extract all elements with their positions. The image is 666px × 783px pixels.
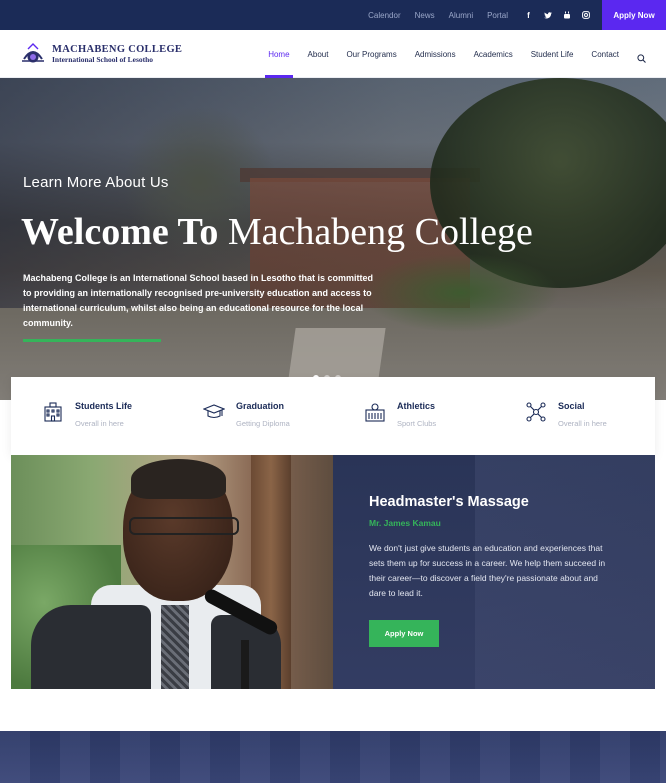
athletics-building-icon [364, 401, 386, 423]
graduation-cap-icon [202, 401, 226, 423]
nav-our-programs[interactable]: Our Programs [346, 30, 396, 78]
feature-text: Social Overall in here [558, 401, 607, 428]
feature-subtitle: Overall in here [558, 419, 607, 428]
feature-students-life[interactable]: Students Life Overall in here [11, 377, 172, 455]
headmaster-name: Mr. James Kamau [369, 518, 441, 528]
feature-subtitle: Sport Clubs [397, 419, 437, 428]
twitter-icon[interactable] [543, 11, 552, 20]
hero-subtitle: Learn More About Us [23, 174, 169, 191]
photo-glasses [129, 517, 239, 535]
nav-academics[interactable]: Academics [474, 30, 513, 78]
headmaster-message-text: We don't just give students an education… [369, 543, 606, 598]
main-header: MACHABENG COLLEGE International School o… [0, 30, 666, 78]
hero-title: Welcome To Machabeng College [21, 210, 533, 254]
nav-admissions[interactable]: Admissions [415, 30, 456, 78]
photo-vest-left [31, 605, 151, 689]
headmaster-photo [11, 455, 333, 689]
apply-now-button[interactable]: Apply Now [369, 620, 439, 647]
hero-background-bush [360, 253, 560, 333]
photo-mic-stand [241, 640, 249, 689]
students-building-icon [42, 401, 64, 423]
photo-tie [161, 605, 189, 689]
instagram-icon[interactable] [581, 11, 590, 20]
apply-now-top-button[interactable]: Apply Now [602, 0, 666, 30]
youtube-icon[interactable] [562, 11, 571, 20]
feature-title: Students Life [75, 401, 133, 411]
headmaster-message-panel: Headmaster's Massage Mr. James Kamau We … [333, 455, 655, 689]
logo-text: MACHABENG COLLEGE International School o… [52, 44, 182, 64]
feature-text: Athletics Sport Clubs [397, 401, 436, 428]
logo-subtitle: International School of Lesotho [52, 55, 154, 64]
feature-title: Graduation [236, 401, 285, 411]
feature-subtitle: Getting Diploma [236, 419, 290, 428]
headmaster-message-title: Headmaster's Massage [369, 494, 529, 510]
feature-text: Graduation Getting Diploma [236, 401, 290, 428]
photo-hair [131, 459, 226, 499]
hero-title-bold: Welcome To [21, 211, 219, 253]
nav-student-life[interactable]: Student Life [531, 30, 574, 78]
top-link-calendar[interactable]: Calendor [368, 11, 400, 20]
nav-contact[interactable]: Contact [591, 30, 619, 78]
top-links: Calendor News Alumni Portal [368, 11, 508, 20]
social-network-icon [525, 401, 547, 423]
feature-title: Social [558, 401, 585, 411]
next-section-banner [0, 731, 666, 783]
hero-title-regular: Machabeng College [227, 211, 533, 253]
next-section-texture [0, 731, 666, 783]
features-strip: Students Life Overall in here Graduation… [11, 377, 655, 455]
hero-description: Machabeng College is an International Sc… [23, 273, 374, 328]
top-bar: Calendor News Alumni Portal f Apply Now [0, 0, 666, 30]
feature-text: Students Life Overall in here [75, 401, 132, 428]
top-link-alumni[interactable]: Alumni [449, 11, 473, 20]
feature-athletics[interactable]: Athletics Sport Clubs [333, 377, 494, 455]
feature-graduation[interactable]: Graduation Getting Diploma [172, 377, 333, 455]
hero-banner: Learn More About Us Welcome To Machabeng… [0, 78, 666, 400]
logo-name: MACHABENG COLLEGE [52, 44, 183, 55]
top-link-news[interactable]: News [415, 11, 435, 20]
feature-social[interactable]: Social Overall in here [494, 377, 655, 455]
social-links: f [524, 11, 590, 20]
feature-subtitle: Overall in here [75, 419, 124, 428]
top-link-portal[interactable]: Portal [487, 11, 508, 20]
nav-home[interactable]: Home [265, 30, 293, 78]
site-logo[interactable]: MACHABENG COLLEGE International School o… [20, 41, 182, 67]
hero-accent-line [23, 339, 161, 342]
facebook-icon[interactable]: f [524, 11, 533, 20]
main-nav: Home About Our Programs Admissions Acade… [265, 30, 646, 78]
search-icon[interactable] [637, 50, 646, 63]
feature-title: Athletics [397, 401, 436, 411]
nav-about[interactable]: About [308, 30, 329, 78]
college-crest-icon [20, 41, 46, 67]
